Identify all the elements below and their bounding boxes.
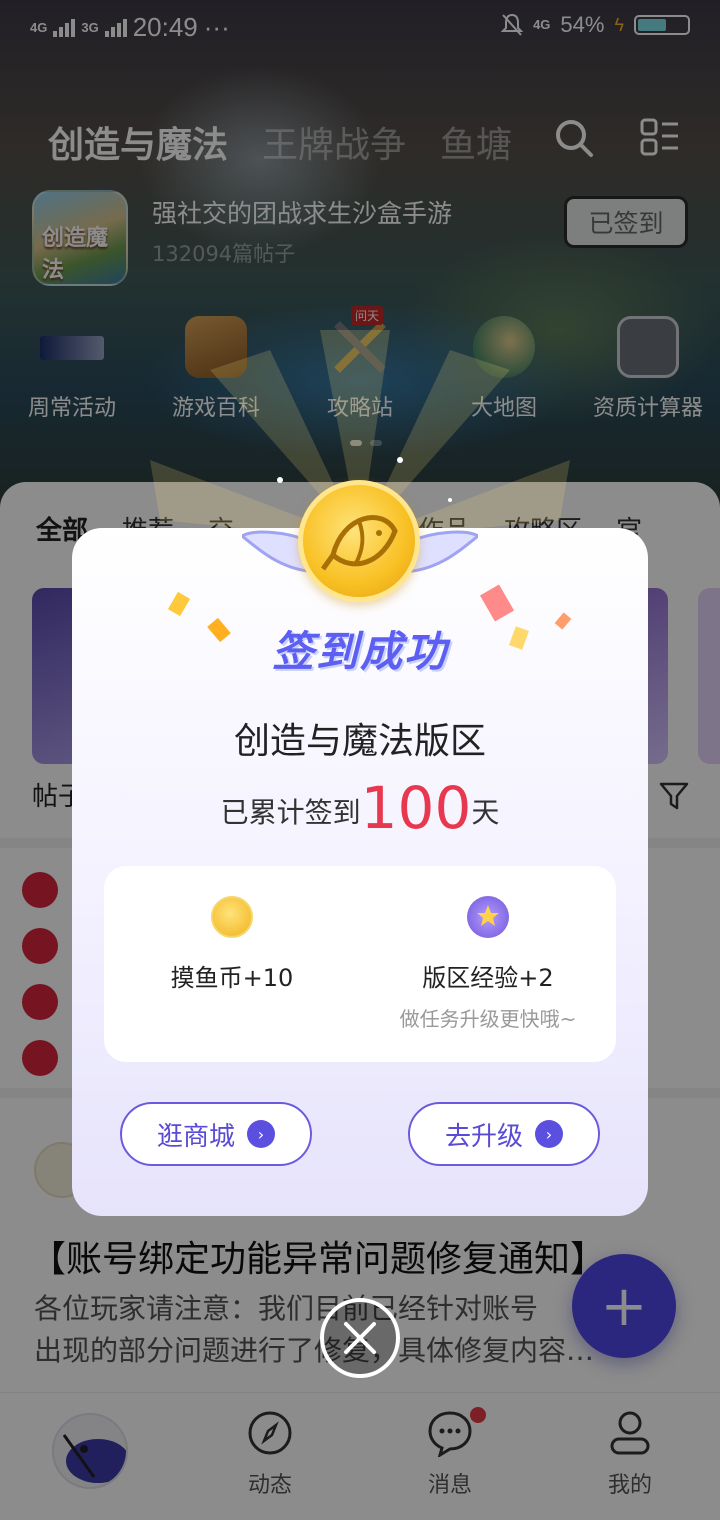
- chevron-right-icon: ›: [247, 1120, 275, 1148]
- reward-coins: 摸鱼币+10: [104, 896, 360, 993]
- confetti: [479, 584, 515, 622]
- shop-button-label: 逛商城: [156, 1121, 235, 1152]
- board-name: 创造与魔法版区: [233, 721, 486, 762]
- reward-exp: 版区经验+2 做任务升级更快哦~: [360, 896, 616, 1032]
- star-medal-icon: [467, 896, 509, 938]
- fish-coin-icon: [298, 480, 420, 602]
- checkin-success-title: 签到成功: [271, 627, 448, 676]
- upgrade-button-label: 去升级: [444, 1121, 523, 1152]
- streak-suffix: 天: [471, 796, 500, 829]
- confetti: [167, 591, 191, 617]
- chevron-right-icon: ›: [535, 1120, 563, 1148]
- streak-days: 100: [360, 774, 472, 842]
- streak-prefix: 已累计签到: [220, 796, 361, 829]
- rewards-panel: 摸鱼币+10 版区经验+2 做任务升级更快哦~: [104, 866, 616, 1062]
- reward-coins-label: 摸鱼币+10: [170, 964, 294, 992]
- close-icon: [344, 1322, 376, 1354]
- upgrade-button[interactable]: 去升级 ›: [408, 1102, 600, 1166]
- checkin-streak: 已累计签到100天: [72, 774, 648, 842]
- shop-button[interactable]: 逛商城 ›: [120, 1102, 312, 1166]
- reward-hint: 做任务升级更快哦~: [399, 1007, 577, 1031]
- fish-coin-icon: [211, 896, 253, 938]
- reward-exp-label: 版区经验+2: [422, 964, 554, 992]
- close-dialog-button[interactable]: [320, 1298, 400, 1378]
- checkin-success-dialog: 签到成功 创造与魔法版区 已累计签到100天 摸鱼币+10 版区经验+2 做任务…: [72, 528, 648, 1216]
